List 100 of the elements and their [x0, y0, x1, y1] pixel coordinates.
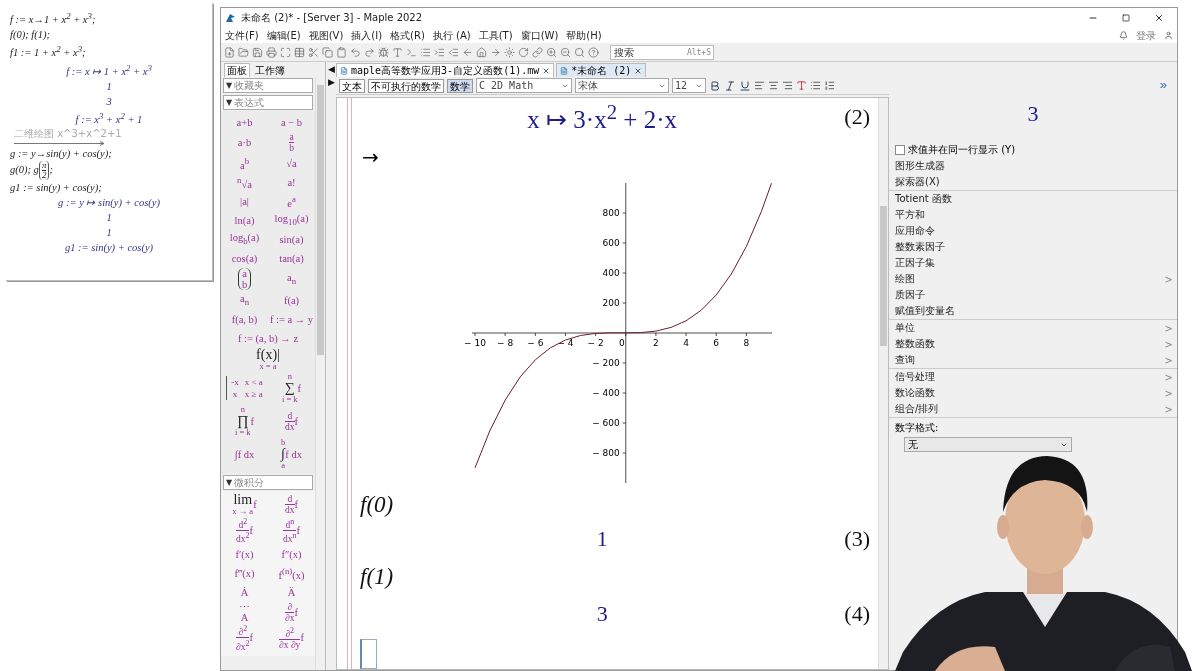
menu-item[interactable]: 视图(V)	[308, 28, 344, 43]
login-link[interactable]: 登录	[1136, 28, 1156, 43]
context-menu-item[interactable]: 查询	[895, 353, 915, 367]
palette-item[interactable]: f(x)| x = a	[221, 348, 315, 371]
mode-button[interactable]: 文本	[339, 78, 365, 93]
palette-item[interactable]: f(a)	[268, 291, 315, 309]
maximize-icon[interactable]	[1122, 14, 1130, 22]
context-menu-item[interactable]: 应用命令	[895, 224, 935, 238]
menu-item[interactable]: 窗口(W)	[520, 28, 559, 43]
palette-item[interactable]: a!	[268, 173, 315, 191]
panel-tab[interactable]: 工作簿	[252, 63, 288, 77]
user-icon[interactable]	[1164, 31, 1173, 40]
palette-item[interactable]: b ∫ a f dx	[268, 438, 315, 470]
context-menu-item[interactable]: 单位	[895, 321, 915, 335]
palette-item[interactable]: e$^{a}$	[268, 192, 315, 210]
help-icon[interactable]	[588, 46, 599, 58]
section-header[interactable]: ▼ 收藏夹	[223, 78, 313, 93]
link-icon[interactable]	[532, 46, 543, 58]
palette-item[interactable]: Ä	[268, 583, 315, 602]
font-dropdown[interactable]: 宋体	[575, 78, 669, 93]
context-menu-item[interactable]: 整数函数	[895, 337, 935, 351]
cut-icon[interactable]	[308, 46, 319, 58]
align-left-icon[interactable]	[754, 80, 765, 91]
palette-item[interactable]: cos(a)	[221, 249, 268, 267]
numbered-list-icon[interactable]	[824, 80, 835, 91]
zoom-in-icon[interactable]	[546, 46, 557, 58]
menu-item[interactable]: 编辑(E)	[266, 28, 301, 43]
input-cursor[interactable]	[360, 639, 377, 669]
folder-icon[interactable]	[238, 46, 249, 58]
palette-item[interactable]: log$_{10}$(a)	[268, 211, 315, 229]
forward-icon[interactable]	[490, 46, 501, 58]
mode-button[interactable]: 不可执行的数学	[368, 78, 444, 93]
palette-item[interactable]: f″(x)	[268, 545, 315, 564]
palette-item[interactable]: ln(a)	[221, 211, 268, 229]
search-icon[interactable]	[574, 46, 585, 58]
palette-item[interactable]: a$_{n}$	[268, 268, 315, 290]
bold-icon[interactable]	[709, 79, 721, 92]
number-format-dropdown[interactable]: 无	[904, 437, 1072, 452]
toggle-arrow[interactable]: ▼	[226, 478, 233, 487]
context-menu-item[interactable]: 平方和	[895, 208, 925, 222]
table-icon[interactable]	[294, 46, 305, 58]
style-dropdown[interactable]: C 2D Math	[476, 78, 572, 93]
palette-item[interactable]: a·b	[221, 132, 268, 153]
palette-item[interactable]: a b	[221, 268, 268, 290]
palette-item[interactable]: ∫f dx	[221, 438, 268, 470]
menu-item[interactable]: 工具(T)	[478, 28, 513, 43]
new-file-icon[interactable]	[224, 46, 235, 58]
underline-icon[interactable]	[739, 79, 751, 92]
palette-item[interactable]: f$^{(n)}$(x)	[268, 564, 315, 583]
toggle-arrow[interactable]: ▼	[226, 81, 233, 90]
palette-item[interactable]: a$_{n}$	[221, 291, 268, 309]
outdent-icon[interactable]	[448, 46, 459, 58]
bug-icon[interactable]	[378, 46, 389, 58]
redo-icon[interactable]	[364, 46, 375, 58]
document-area[interactable]: x ↦ 3·x$^{2}$ + 2·x (2) → − 10 − 8 − 6 − 4 − 2 0 2 4 6 8 − 800 − 600 − 400 − 200 200 400 600 800 f(0) 1 (3) f(1) 3 (4)	[336, 97, 889, 670]
panel-tab[interactable]: 面板	[224, 63, 250, 77]
panel-toggle[interactable]: ◀	[327, 64, 335, 74]
save-icon[interactable]	[252, 46, 263, 58]
mode-button[interactable]: 数学	[447, 78, 473, 93]
menu-item[interactable]: 执行 (A)	[432, 28, 471, 43]
checkbox[interactable]	[895, 145, 905, 155]
context-menu-item[interactable]: 探索器(X)	[895, 175, 940, 189]
context-menu-item[interactable]: 质因子	[895, 288, 925, 302]
toggle-arrow[interactable]: ▼	[226, 98, 233, 107]
expand-icon[interactable]	[280, 46, 291, 58]
home-icon[interactable]	[476, 46, 487, 58]
palette-item[interactable]: d$^{n}$ dx$^{n}$f	[268, 517, 315, 545]
menu-item[interactable]: 帮助(H)	[566, 28, 602, 43]
context-menu-item[interactable]: 正因子集	[895, 256, 935, 270]
paste-icon[interactable]	[336, 46, 347, 58]
italic-icon[interactable]	[724, 79, 736, 92]
size-dropdown[interactable]: 12	[672, 78, 706, 93]
scrollbar[interactable]	[878, 98, 888, 669]
palette-item[interactable]: |a|	[221, 192, 268, 210]
palette-item[interactable]: a − b	[268, 113, 315, 131]
terminal-icon[interactable]	[406, 46, 417, 58]
panel-toggle[interactable]: ▶	[327, 77, 335, 87]
palette-item[interactable]: n ∏ i = k f	[221, 405, 268, 437]
context-menu-item[interactable]: 数论函数	[895, 386, 935, 400]
palette-item[interactable]: Ȧ	[221, 583, 268, 602]
palette-item[interactable]: a$^{b}$	[221, 154, 268, 172]
close-icon[interactable]	[634, 66, 643, 75]
palette-item[interactable]: ∂$^{2}$ ∂x$^{2}$f	[221, 624, 268, 652]
palette-item[interactable]: sin(a)	[268, 230, 315, 248]
text-icon[interactable]	[392, 46, 403, 58]
palette-item[interactable]: a b	[268, 132, 315, 153]
palette-item[interactable]: f := a → y	[268, 310, 315, 328]
palette-item[interactable]: f‴(x)	[221, 564, 268, 583]
menu-item[interactable]: 插入(I)	[351, 28, 383, 43]
copy-icon[interactable]	[322, 46, 333, 58]
undo-icon[interactable]	[350, 46, 361, 58]
printer-icon[interactable]	[266, 46, 277, 58]
indent-icon[interactable]	[434, 46, 445, 58]
palette-item[interactable]: √a	[268, 154, 315, 172]
document-tab[interactable]: *未命名 (2)	[556, 63, 647, 77]
scrollbar[interactable]	[315, 77, 325, 670]
palette-item[interactable]: f′(x)	[221, 545, 268, 564]
align-right-icon[interactable]	[782, 80, 793, 91]
palette-item[interactable]: ⋯ A	[221, 602, 268, 624]
context-menu-item[interactable]: Totient 函数	[895, 192, 952, 206]
